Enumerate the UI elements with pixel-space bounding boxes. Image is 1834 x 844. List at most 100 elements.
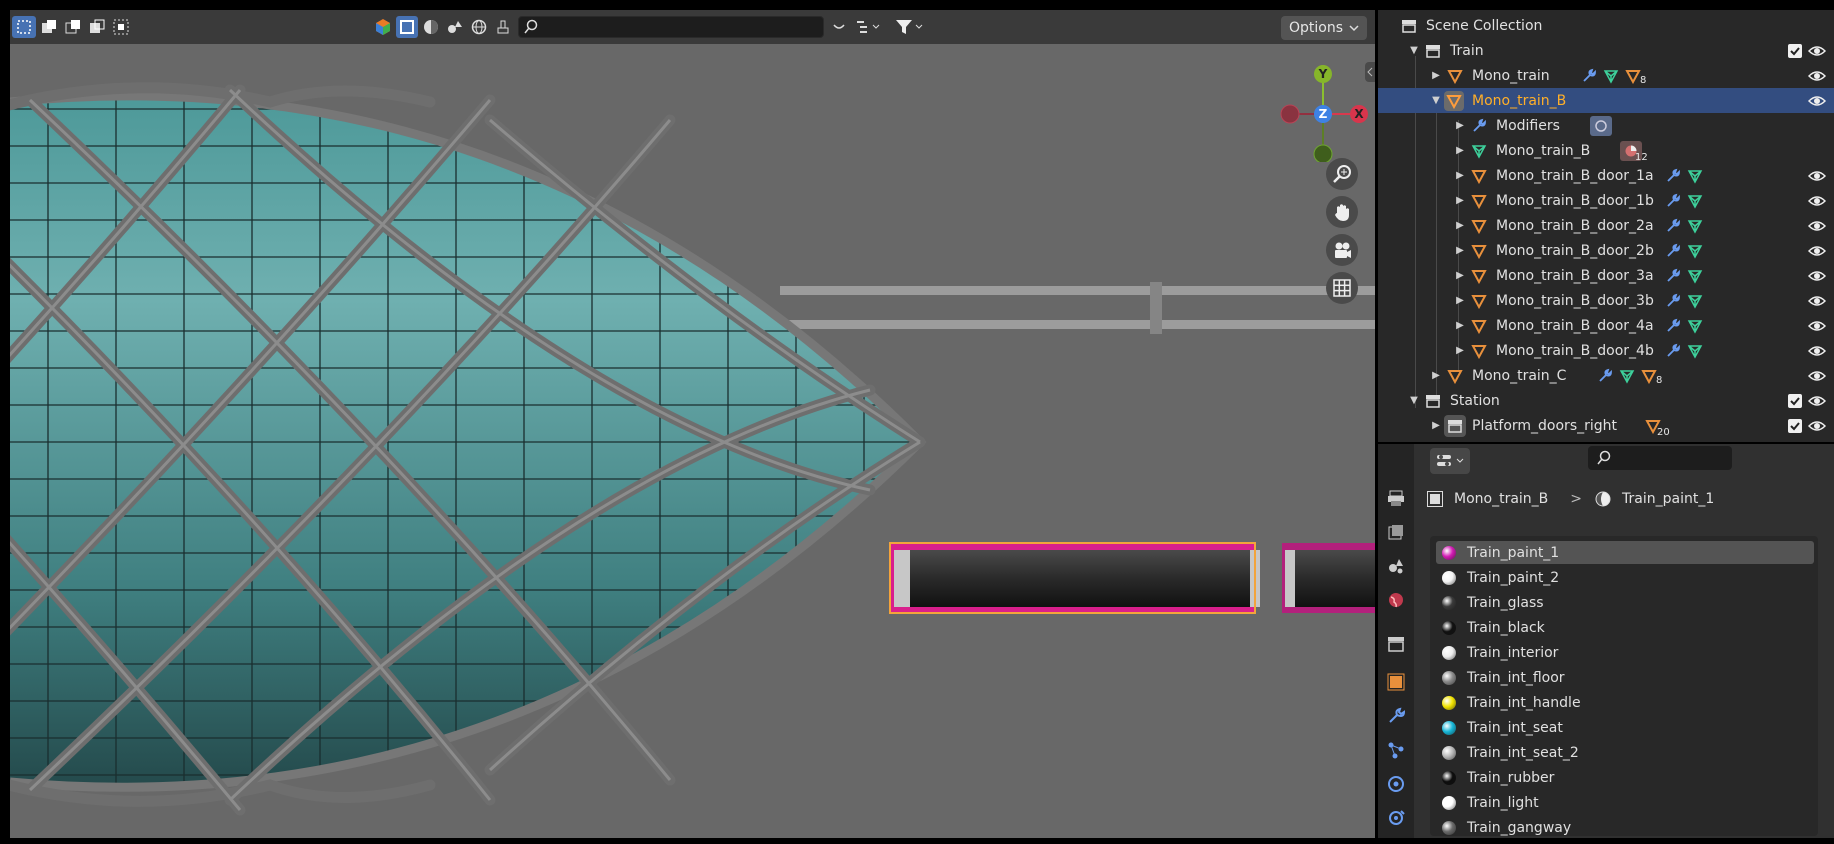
material-slot-row[interactable]: Train_glass	[1436, 591, 1814, 614]
eye-icon[interactable]	[1808, 42, 1826, 60]
expand-arrow-icon[interactable]: ▶	[1454, 145, 1466, 156]
gizmo-y-axis[interactable]: Y	[1314, 65, 1332, 83]
outliner-row-door[interactable]: ▶ Mono_train_B_door_1a	[1378, 163, 1834, 188]
overlay-gizmo-icon[interactable]	[372, 16, 394, 38]
properties-search-input[interactable]	[1588, 446, 1732, 470]
modifier-tab-wrench-icon[interactable]	[1384, 704, 1408, 728]
outliner-row-door[interactable]: ▶ Mono_train_B_door_3b	[1378, 288, 1834, 313]
material-slot-row[interactable]: Train_int_seat_2	[1436, 741, 1814, 764]
filter-funnel-icon[interactable]	[890, 16, 928, 38]
expand-arrow-icon[interactable]: ▼	[1408, 45, 1420, 56]
output-tab-image-icon[interactable]	[1384, 520, 1408, 544]
wireframe-globe-icon[interactable]	[468, 16, 490, 38]
expand-arrow-icon[interactable]: ▶	[1454, 320, 1466, 331]
object-tab-icon[interactable]	[1384, 670, 1408, 694]
outliner-row-modifiers[interactable]: ▶ Modifiers	[1378, 113, 1834, 138]
outliner-row-door[interactable]: ▶ Mono_train_B_door_4a	[1378, 313, 1834, 338]
eye-icon[interactable]	[1808, 217, 1826, 235]
select-new-icon[interactable]	[38, 16, 60, 38]
material-slot-row[interactable]: Train_int_handle	[1436, 691, 1814, 714]
expand-arrow-icon[interactable]: ▶	[1454, 245, 1466, 256]
material-slot-row[interactable]: Train_black	[1436, 616, 1814, 639]
navigation-gizmo[interactable]: Y Z X	[1260, 62, 1368, 164]
select-box-mode-icon[interactable]	[12, 16, 36, 38]
expand-arrow-icon[interactable]: ▶	[1454, 270, 1466, 281]
gizmo-x-axis[interactable]: X	[1350, 105, 1368, 123]
outliner-row-door[interactable]: ▶ Mono_train_B_door_1b	[1378, 188, 1834, 213]
constraints-tab-icon[interactable]	[1384, 806, 1408, 830]
material-slot-row[interactable]: Train_light	[1436, 791, 1814, 814]
eye-icon[interactable]	[1808, 417, 1826, 435]
outliner-row-door[interactable]: ▶ Mono_train_B_door_4b	[1378, 338, 1834, 363]
outliner-row-train-collection[interactable]: ▼ Train	[1378, 38, 1834, 63]
material-slot-row[interactable]: Train_gangway	[1436, 816, 1814, 838]
material-slot-row[interactable]: Train_paint_1	[1436, 541, 1814, 564]
eye-icon[interactable]	[1808, 292, 1826, 310]
select-intersect-icon[interactable]	[110, 16, 132, 38]
expand-arrow-icon[interactable]: ▶	[1430, 70, 1442, 81]
sidebar-toggle-icon[interactable]	[1365, 62, 1375, 82]
eye-icon[interactable]	[1808, 192, 1826, 210]
eye-icon[interactable]	[1808, 67, 1826, 85]
sort-dropdown-icon[interactable]	[852, 16, 886, 38]
expand-arrow-icon[interactable]: ▶	[1454, 195, 1466, 206]
select-extend-icon[interactable]	[62, 16, 84, 38]
expand-arrow-icon[interactable]: ▶	[1454, 345, 1466, 356]
eye-icon[interactable]	[1808, 92, 1826, 110]
outliner-row-station-collection[interactable]: ▼ Station	[1378, 388, 1834, 413]
material-slot-row[interactable]: Train_int_seat	[1436, 716, 1814, 739]
scene-render[interactable]	[10, 10, 1375, 838]
camera-icon[interactable]	[1326, 234, 1358, 266]
filter-toggle-icon[interactable]	[828, 16, 850, 38]
scene-tab-icon[interactable]	[1384, 554, 1408, 578]
outliner-row-platform-doors-right[interactable]: ▶ Platform_doors_right 20	[1378, 413, 1834, 438]
expand-arrow-icon[interactable]: ▶	[1454, 220, 1466, 231]
outliner-row-scene-collection[interactable]: Scene Collection	[1378, 13, 1834, 38]
eye-icon[interactable]	[1808, 267, 1826, 285]
rendered-shading-icon[interactable]	[444, 16, 466, 38]
breadcrumb-material[interactable]: Train_paint_1	[1622, 491, 1714, 507]
outliner-row-door[interactable]: ▶ Mono_train_B_door_2a	[1378, 213, 1834, 238]
material-slot-row[interactable]: Train_paint_2	[1436, 566, 1814, 589]
hand-pan-icon[interactable]	[1326, 196, 1358, 228]
world-tab-globe-icon[interactable]	[1384, 588, 1408, 612]
material-slot-list[interactable]: Train_paint_1 Train_paint_2 Train_glass Tra…	[1430, 536, 1818, 836]
expand-arrow-icon[interactable]: ▼	[1430, 95, 1442, 106]
particles-tab-icon[interactable]	[1384, 738, 1408, 762]
outliner-row-door[interactable]: ▶ Mono_train_B_door_3a	[1378, 263, 1834, 288]
outliner-row-mesh-data[interactable]: ▶ Mono_train_B 12	[1378, 138, 1834, 163]
expand-arrow-icon[interactable]: ▶	[1430, 370, 1442, 381]
editor-type-dropdown[interactable]	[1430, 448, 1470, 474]
outliner-row-mono-train[interactable]: ▶ Mono_train 8	[1378, 63, 1834, 88]
options-dropdown[interactable]: Options	[1280, 16, 1367, 40]
expand-arrow-icon[interactable]: ▼	[1408, 395, 1420, 406]
viewport-search-input[interactable]	[518, 16, 824, 38]
eye-icon[interactable]	[1808, 242, 1826, 260]
select-subtract-icon[interactable]	[86, 16, 108, 38]
solid-shading-icon[interactable]	[396, 16, 418, 38]
material-slot-row[interactable]: Train_int_floor	[1436, 666, 1814, 689]
eye-icon[interactable]	[1808, 392, 1826, 410]
outliner-row-door[interactable]: ▶ Mono_train_B_door_2b	[1378, 238, 1834, 263]
material-slot-row[interactable]: Train_interior	[1436, 641, 1814, 664]
expand-arrow-icon[interactable]: ▶	[1430, 420, 1442, 431]
expand-arrow-icon[interactable]: ▶	[1454, 120, 1466, 131]
3d-viewport[interactable]: Options Y Z X	[10, 10, 1375, 838]
expand-arrow-icon[interactable]: ▶	[1454, 170, 1466, 181]
exclude-checkbox[interactable]	[1788, 393, 1802, 408]
exclude-checkbox[interactable]	[1788, 418, 1802, 433]
eye-icon[interactable]	[1808, 167, 1826, 185]
outliner-row-mono-train-c[interactable]: ▶ Mono_train_C 8	[1378, 363, 1834, 388]
eye-icon[interactable]	[1808, 317, 1826, 335]
paint-brush-icon[interactable]	[492, 16, 514, 38]
exclude-checkbox[interactable]	[1788, 43, 1802, 58]
breadcrumb-object[interactable]: Mono_train_B	[1454, 491, 1548, 507]
render-tab-printer-icon[interactable]	[1384, 486, 1408, 510]
physics-tab-icon[interactable]	[1384, 772, 1408, 796]
zoom-icon[interactable]	[1326, 158, 1358, 190]
expand-arrow-icon[interactable]: ▶	[1454, 295, 1466, 306]
eye-icon[interactable]	[1808, 342, 1826, 360]
eye-icon[interactable]	[1808, 367, 1826, 385]
material-preview-icon[interactable]	[420, 16, 442, 38]
outliner-row-mono-train-b[interactable]: ▼ Mono_train_B	[1378, 88, 1834, 113]
